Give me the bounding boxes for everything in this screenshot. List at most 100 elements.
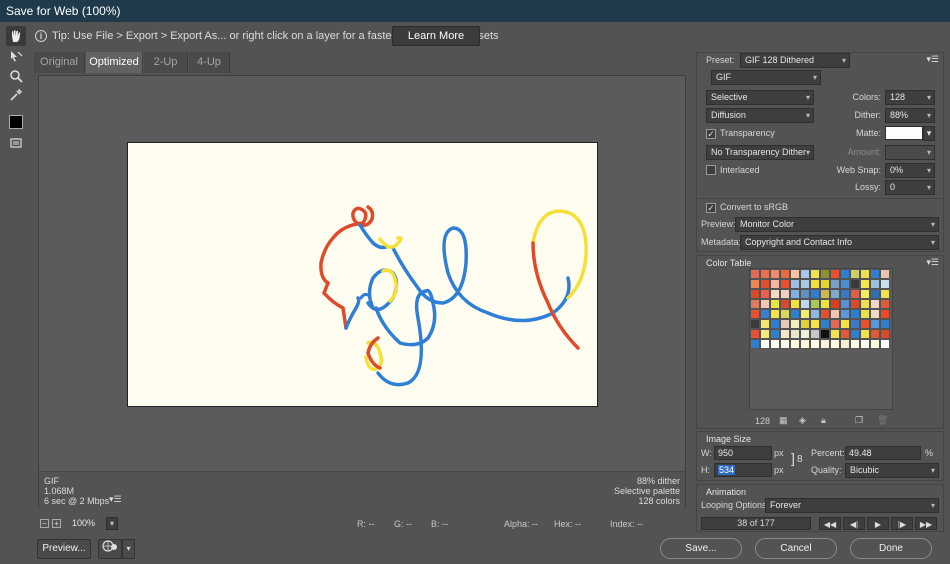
- lock-color-icon[interactable]: 🔒︎: [821, 415, 826, 426]
- color-swatch[interactable]: [850, 309, 860, 319]
- eyedropper-color-swatch[interactable]: [6, 112, 26, 132]
- color-swatch[interactable]: [770, 269, 780, 279]
- dither-algorithm-select[interactable]: Diffusion ▾: [706, 108, 814, 123]
- color-swatch[interactable]: [870, 319, 880, 329]
- color-swatch[interactable]: [750, 339, 760, 349]
- color-swatch[interactable]: [820, 339, 830, 349]
- color-swatch[interactable]: [770, 329, 780, 339]
- color-swatch[interactable]: [760, 319, 770, 329]
- quality-select[interactable]: Bicubic ▾: [845, 463, 939, 478]
- color-swatch[interactable]: [820, 299, 830, 309]
- color-swatch[interactable]: [870, 309, 880, 319]
- learn-more-button[interactable]: Learn More: [392, 26, 480, 46]
- cancel-button[interactable]: Cancel: [755, 538, 837, 559]
- color-swatch[interactable]: [830, 269, 840, 279]
- hand-tool-icon[interactable]: [6, 26, 26, 46]
- color-swatch[interactable]: [830, 279, 840, 289]
- next-frame-icon[interactable]: |▶: [891, 517, 913, 530]
- color-swatch[interactable]: [880, 269, 890, 279]
- color-swatch[interactable]: [780, 269, 790, 279]
- first-frame-icon[interactable]: ◀◀: [819, 517, 841, 530]
- zoom-tool-icon[interactable]: [6, 66, 26, 86]
- color-swatch[interactable]: [760, 299, 770, 309]
- color-swatch[interactable]: [810, 279, 820, 289]
- eyedropper-tool-icon[interactable]: [6, 85, 26, 105]
- color-swatch[interactable]: [790, 309, 800, 319]
- color-swatch[interactable]: [830, 329, 840, 339]
- color-swatch[interactable]: [850, 329, 860, 339]
- metadata-select[interactable]: Copyright and Contact Info ▾: [740, 235, 939, 250]
- color-swatch[interactable]: [820, 309, 830, 319]
- color-swatch[interactable]: [800, 279, 810, 289]
- color-swatch[interactable]: [780, 279, 790, 289]
- color-swatch[interactable]: [790, 289, 800, 299]
- color-swatch[interactable]: [880, 329, 890, 339]
- color-swatch[interactable]: [750, 329, 760, 339]
- color-swatch[interactable]: [760, 279, 770, 289]
- preview-color-select[interactable]: Monitor Color ▾: [735, 217, 939, 232]
- web-shift-icon[interactable]: ◈: [799, 415, 806, 426]
- canvas-area[interactable]: [39, 76, 685, 469]
- color-swatch[interactable]: [860, 319, 870, 329]
- color-swatch[interactable]: [800, 289, 810, 299]
- color-swatch[interactable]: [790, 279, 800, 289]
- zoom-in-button[interactable]: +: [52, 519, 61, 528]
- preview-button[interactable]: Preview...: [37, 539, 91, 559]
- color-swatch[interactable]: [810, 319, 820, 329]
- color-swatch[interactable]: [810, 309, 820, 319]
- color-swatch[interactable]: [810, 339, 820, 349]
- color-swatch[interactable]: [750, 269, 760, 279]
- color-swatch[interactable]: [860, 339, 870, 349]
- width-input[interactable]: 950: [714, 446, 772, 460]
- color-swatch[interactable]: [760, 339, 770, 349]
- color-swatch[interactable]: [760, 289, 770, 299]
- color-swatch[interactable]: [850, 299, 860, 309]
- looping-select[interactable]: Forever ▾: [765, 498, 939, 513]
- convert-srgb-checkbox[interactable]: ✓: [706, 203, 716, 213]
- browser-preview-icon[interactable]: [98, 539, 122, 559]
- color-swatch[interactable]: [820, 289, 830, 299]
- color-swatch[interactable]: [780, 329, 790, 339]
- browser-dropdown-arrow-icon[interactable]: ▾: [122, 539, 135, 559]
- color-swatch[interactable]: [810, 329, 820, 339]
- color-swatch[interactable]: [810, 289, 820, 299]
- color-swatch[interactable]: [810, 299, 820, 309]
- color-swatch[interactable]: [750, 319, 760, 329]
- color-swatch[interactable]: [760, 309, 770, 319]
- color-swatch[interactable]: [850, 339, 860, 349]
- link-icon[interactable]: 8: [797, 454, 803, 465]
- play-icon[interactable]: ▶: [867, 517, 889, 530]
- matte-dropdown-arrow-icon[interactable]: ▾: [923, 126, 935, 141]
- map-to-transparent-icon[interactable]: ▦: [779, 415, 788, 426]
- color-swatch[interactable]: [790, 329, 800, 339]
- previous-frame-icon[interactable]: ◀|: [843, 517, 865, 530]
- color-swatch[interactable]: [860, 309, 870, 319]
- color-swatch[interactable]: [860, 279, 870, 289]
- color-swatch[interactable]: [860, 289, 870, 299]
- color-swatch[interactable]: [790, 339, 800, 349]
- color-swatch[interactable]: [880, 319, 890, 329]
- color-swatch[interactable]: [820, 319, 830, 329]
- color-swatch[interactable]: [870, 279, 880, 289]
- color-swatch[interactable]: [840, 339, 850, 349]
- color-swatch[interactable]: [770, 289, 780, 299]
- color-swatch[interactable]: [750, 289, 760, 299]
- color-swatch[interactable]: [830, 319, 840, 329]
- tab-original[interactable]: Original: [34, 52, 85, 73]
- delete-color-icon[interactable]: 🗑︎: [877, 415, 888, 426]
- color-swatch[interactable]: [830, 339, 840, 349]
- color-swatch[interactable]: [840, 269, 850, 279]
- download-rate-menu-icon[interactable]: ▾☰: [109, 494, 122, 505]
- color-swatch[interactable]: [790, 319, 800, 329]
- color-swatch[interactable]: [870, 299, 880, 309]
- lossy-select[interactable]: 0 ▾: [885, 180, 935, 195]
- last-frame-icon[interactable]: ▶▶: [915, 517, 937, 530]
- dither-amount-select[interactable]: 88% ▾: [885, 108, 935, 123]
- tab-2-up[interactable]: 2-Up: [144, 52, 188, 73]
- color-swatch[interactable]: [770, 299, 780, 309]
- toggle-slices-icon[interactable]: [6, 133, 26, 153]
- color-swatch[interactable]: [770, 319, 780, 329]
- color-swatch[interactable]: [750, 309, 760, 319]
- file-format-select[interactable]: GIF ▾: [711, 70, 821, 85]
- color-swatch[interactable]: [790, 269, 800, 279]
